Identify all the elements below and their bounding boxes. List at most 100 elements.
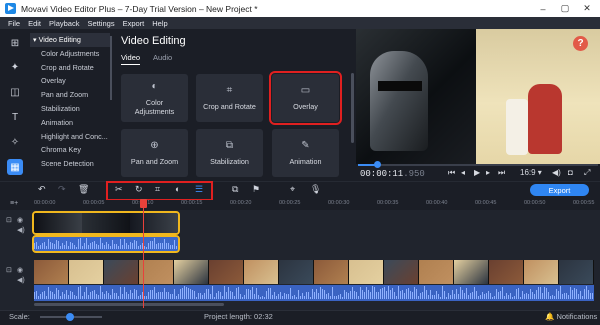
- transitions-icon[interactable]: ◫: [7, 84, 23, 100]
- close-button[interactable]: ✕: [576, 0, 598, 17]
- track-visibility-icon[interactable]: ◉: [17, 216, 23, 224]
- color-adjust-icon: ◐: [151, 80, 158, 92]
- filters-magic-icon[interactable]: ✦: [7, 59, 23, 75]
- waveform-bar: [170, 294, 171, 299]
- waveform-bar: [50, 290, 51, 299]
- waveform-bar: [438, 293, 439, 299]
- main-track-mute-icon[interactable]: ◀): [17, 276, 25, 284]
- skip-end-icon[interactable]: ⏭: [498, 168, 505, 178]
- tile-overlay[interactable]: ▭ Overlay: [269, 71, 342, 125]
- skip-start-icon[interactable]: ⏮: [448, 168, 455, 178]
- seek-bar[interactable]: [358, 164, 598, 166]
- waveform-bar: [58, 241, 59, 249]
- timeline-scrollbar[interactable]: [34, 303, 224, 306]
- menu-export[interactable]: Export: [123, 19, 145, 28]
- waveform-bar: [42, 292, 43, 299]
- redo-icon[interactable]: ↷: [58, 184, 66, 195]
- fullscreen-icon[interactable]: ⤢: [584, 168, 590, 178]
- notifications-button[interactable]: 🔔 Notifications: [545, 312, 597, 321]
- main-track-lock-icon[interactable]: ⊡: [6, 266, 12, 274]
- video-preview[interactable]: [356, 29, 600, 164]
- split-icon[interactable]: ✂: [115, 184, 123, 195]
- waveform-bar: [78, 286, 79, 299]
- waveform-bar: [180, 288, 181, 299]
- step-back-icon[interactable]: ◂: [461, 168, 465, 177]
- tab-video[interactable]: Video: [121, 53, 141, 65]
- menu-file[interactable]: File: [8, 19, 20, 28]
- category-scrollbar[interactable]: [110, 36, 112, 100]
- category-item[interactable]: Stabilization: [30, 102, 110, 116]
- waveform-bar: [518, 287, 519, 299]
- category-item[interactable]: Animation: [30, 116, 110, 130]
- tile-crop-rotate[interactable]: ⌗ Crop and Rotate: [196, 74, 263, 122]
- track-mute-icon[interactable]: ◀): [17, 226, 25, 234]
- waveform-bar: [140, 294, 141, 299]
- category-item[interactable]: Chroma Key: [30, 143, 110, 157]
- category-item[interactable]: Crop and Rotate: [30, 61, 110, 75]
- category-item[interactable]: Scene Detection: [30, 157, 110, 171]
- app-window: Movavi Video Editor Plus – 7-Day Trial V…: [0, 0, 600, 325]
- waveform-bar: [44, 242, 45, 249]
- add-track-icon[interactable]: ≡+: [10, 200, 18, 207]
- more-tools-icon[interactable]: ▦: [7, 159, 23, 175]
- marker-icon[interactable]: ⚑: [252, 184, 260, 195]
- overlay-video-clip[interactable]: [32, 211, 180, 235]
- scale-label: Scale:: [9, 312, 30, 321]
- main-video-track[interactable]: [34, 260, 594, 284]
- track-lock-icon[interactable]: ⊡: [6, 216, 12, 224]
- menu-playback[interactable]: Playback: [49, 19, 79, 28]
- stickers-icon[interactable]: ✧: [7, 134, 23, 150]
- undo-icon[interactable]: ↶: [38, 184, 46, 195]
- waveform-bar: [566, 293, 567, 299]
- menu-help[interactable]: Help: [152, 19, 167, 28]
- record-audio-icon[interactable]: 🎙: [310, 184, 321, 195]
- snapshot-icon[interactable]: ◘: [568, 168, 573, 177]
- seek-handle[interactable]: [374, 161, 381, 168]
- tile-pan-zoom[interactable]: ⊕ Pan and Zoom: [121, 129, 188, 177]
- tile-label: Color Adjustments: [134, 97, 175, 116]
- panel-scrollbar[interactable]: [351, 73, 354, 143]
- main-audio-track[interactable]: [34, 285, 594, 301]
- main-track-visibility-icon[interactable]: ◉: [17, 266, 23, 274]
- import-files-icon[interactable]: ⊞: [7, 35, 23, 51]
- category-item[interactable]: Overlay: [30, 74, 110, 88]
- location-icon[interactable]: ⌖: [290, 184, 295, 195]
- export-button[interactable]: Export: [530, 184, 589, 196]
- minimize-button[interactable]: –: [532, 0, 554, 17]
- play-icon[interactable]: ▶: [474, 168, 480, 177]
- overlay-audio-clip[interactable]: [32, 235, 180, 253]
- menu-edit[interactable]: Edit: [28, 19, 41, 28]
- aspect-ratio-select[interactable]: 16:9 ▾: [520, 168, 542, 177]
- playhead-handle[interactable]: [140, 199, 147, 208]
- waveform-bar: [552, 294, 553, 299]
- waveform-bar: [402, 289, 403, 299]
- help-icon[interactable]: ?: [573, 36, 588, 51]
- category-item[interactable]: Pan and Zoom: [30, 88, 110, 102]
- category-item[interactable]: Highlight and Conc...: [30, 130, 110, 144]
- category-header[interactable]: ▾ Video Editing: [30, 33, 110, 47]
- waveform-bar: [136, 289, 137, 299]
- step-forward-icon[interactable]: ▸: [486, 168, 490, 177]
- titles-icon[interactable]: T: [7, 109, 23, 125]
- waveform-bar: [468, 295, 469, 299]
- color-icon[interactable]: ◐: [175, 184, 180, 194]
- playhead[interactable]: [143, 200, 144, 308]
- maximize-button[interactable]: ▢: [554, 0, 576, 17]
- waveform-bar: [382, 288, 383, 299]
- volume-icon[interactable]: ◀): [552, 168, 561, 177]
- overlay-tool-icon[interactable]: ⧉: [232, 184, 238, 195]
- rotate-icon[interactable]: ↻: [135, 184, 143, 195]
- waveform-bar: [134, 288, 135, 299]
- ruler-tick-label: 00:00:00: [34, 200, 56, 206]
- clip-properties-icon[interactable]: ☰: [195, 184, 203, 195]
- waveform-bar: [88, 294, 89, 299]
- menu-settings[interactable]: Settings: [87, 19, 114, 28]
- category-item[interactable]: Color Adjustments: [30, 47, 110, 61]
- tab-audio[interactable]: Audio: [153, 53, 172, 65]
- tile-animation[interactable]: ✎ Animation: [272, 129, 339, 177]
- crop-icon[interactable]: ⌗: [155, 184, 160, 195]
- tile-stabilization[interactable]: ⧉ Stabilization: [196, 129, 263, 177]
- delete-icon[interactable]: 🗑: [78, 184, 89, 195]
- tile-color-adjustments[interactable]: ◐ Color Adjustments: [121, 74, 188, 122]
- waveform-bar: [306, 291, 307, 299]
